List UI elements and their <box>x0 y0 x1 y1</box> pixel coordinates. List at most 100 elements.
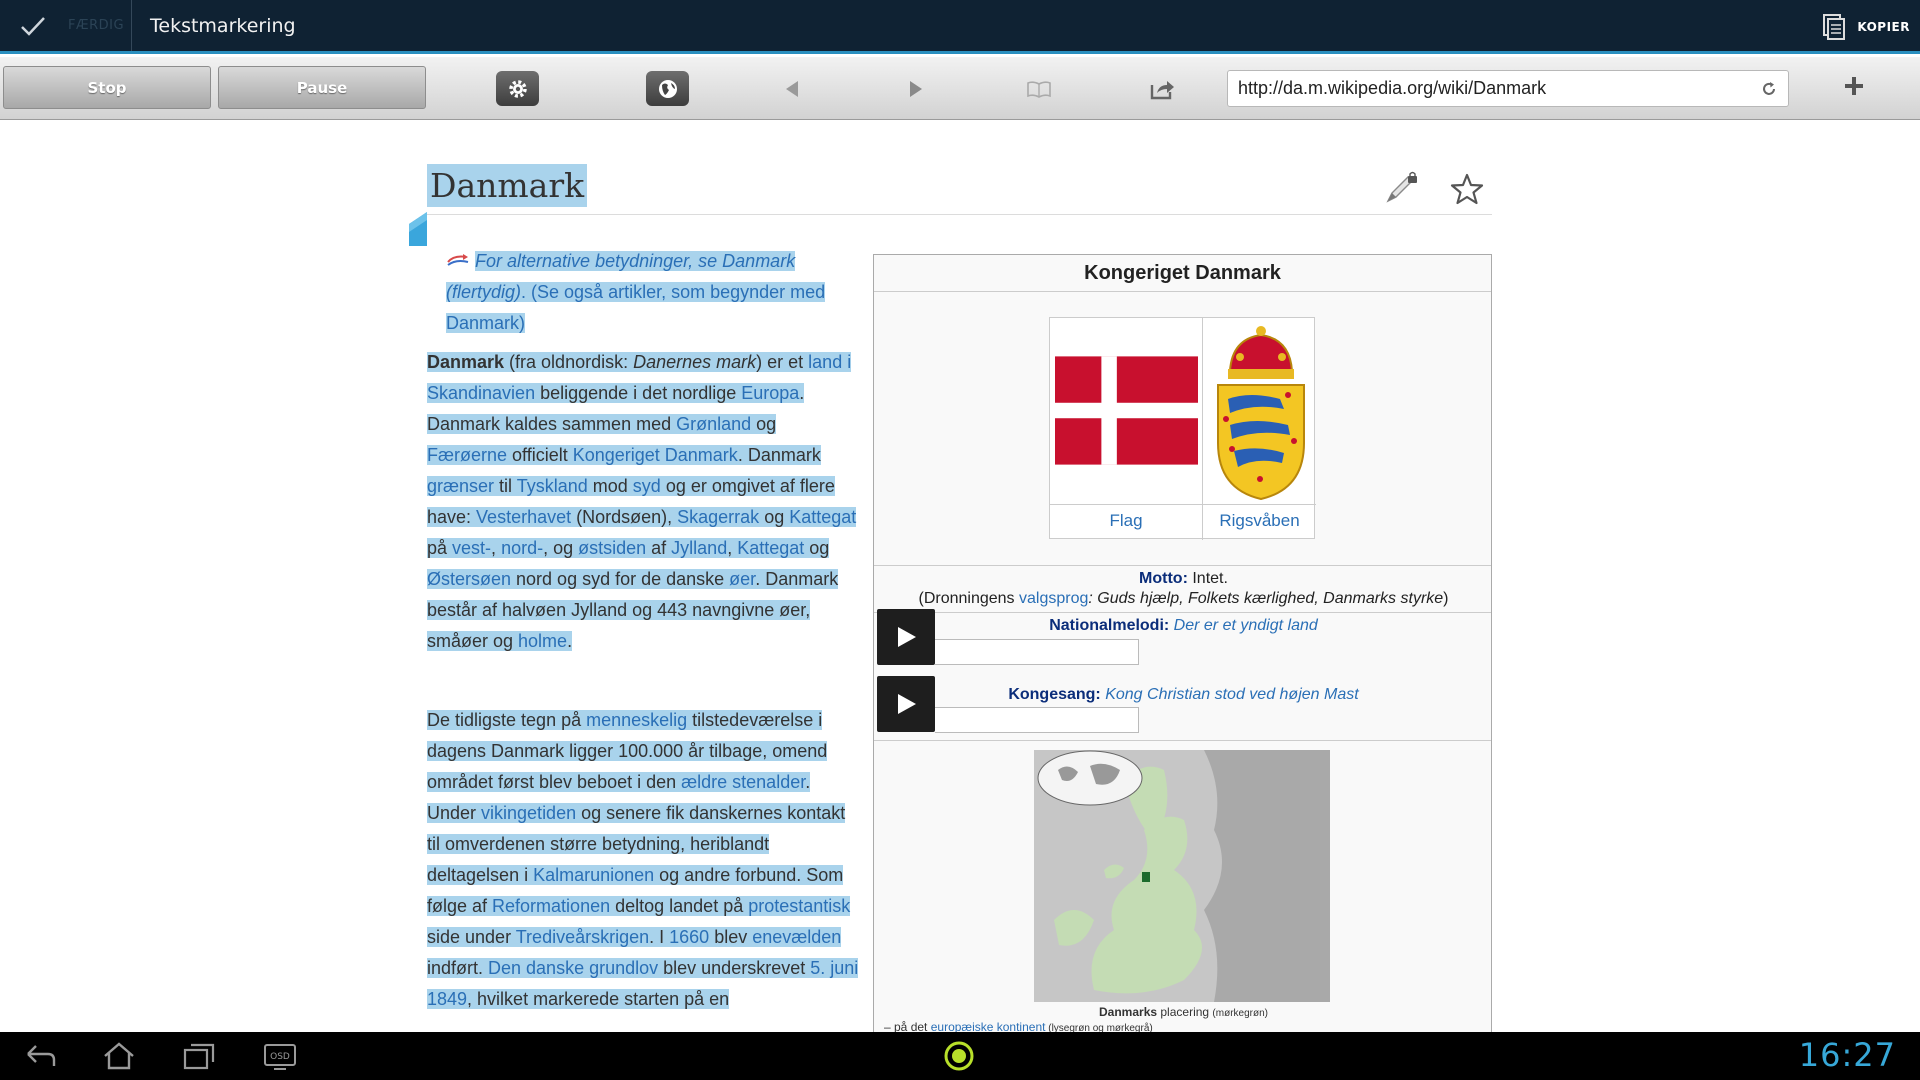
royal-anthem: Kongesang: Kong Christian stod ved højen… <box>874 686 1491 704</box>
article-text: officielt <box>507 445 573 465</box>
done-button[interactable]: FÆRDIG <box>0 0 132 51</box>
article-link[interactable]: Tyskland <box>517 476 588 496</box>
recent-apps-icon[interactable] <box>181 1040 217 1072</box>
home-icon[interactable] <box>101 1040 137 1072</box>
article-text: og <box>751 414 777 434</box>
article-link[interactable]: Reformationen <box>492 896 610 916</box>
article-link[interactable]: grænser <box>427 476 494 496</box>
article-text: beliggende i det nordlige <box>535 383 742 403</box>
globe-icon <box>658 79 677 98</box>
article-link[interactable]: Færøerne <box>427 445 507 465</box>
article-link[interactable]: Skagerrak <box>677 507 759 527</box>
article-link[interactable]: protestantisk <box>748 896 850 916</box>
article-link[interactable]: Trediveårskrigen <box>516 927 649 947</box>
flag-caption-link[interactable]: Flag <box>1050 511 1202 531</box>
anthem-play-button[interactable] <box>877 609 935 665</box>
article-link[interactable]: Vesterhavet <box>476 507 571 527</box>
article-link[interactable]: Den danske grundlov <box>488 958 658 978</box>
article-link[interactable]: Kalmarunionen <box>533 865 654 885</box>
article-link[interactable]: 1660 <box>669 927 709 947</box>
motto-line2-italic: : Guds hjælp, Folkets kærlighed, Danmark… <box>1088 590 1444 607</box>
article-link[interactable]: Skandinavien <box>427 383 535 403</box>
article-link[interactable]: Jylland <box>671 538 727 558</box>
osd-icon[interactable]: OSD <box>262 1040 298 1072</box>
article-paragraph-1: Danmark (fra oldnordisk: Danernes mark) … <box>427 347 857 657</box>
article-text: side under <box>427 927 516 947</box>
star-icon[interactable] <box>1450 172 1484 206</box>
article-text: til <box>494 476 517 496</box>
motto-line2-pre: (Dronningens <box>918 590 1019 607</box>
coat-of-arms-caption-link[interactable]: Rigsvåben <box>1203 511 1316 531</box>
europe-location-map[interactable] <box>1034 750 1330 1002</box>
article-link[interactable]: ældre stenalder <box>681 772 805 792</box>
article-link[interactable]: nord- <box>501 538 543 558</box>
globe-button[interactable] <box>646 71 689 106</box>
selection-start-handle[interactable] <box>407 210 429 248</box>
article-link[interactable]: Østersøen <box>427 569 511 589</box>
pause-button[interactable]: Pause <box>218 66 426 109</box>
article-link[interactable]: 1849 <box>427 989 467 1009</box>
article-link[interactable]: Europa <box>741 383 799 403</box>
stop-button[interactable]: Stop <box>3 66 211 109</box>
reload-icon[interactable] <box>1760 80 1778 98</box>
article-text: . I <box>649 927 670 947</box>
article-text: blev underskrevet <box>658 958 811 978</box>
national-anthem: Nationalmelodi: Der er et yndigt land <box>874 617 1491 635</box>
article-text: mod <box>587 476 633 496</box>
edit-locked-pencil-icon[interactable] <box>1384 171 1420 205</box>
article-link[interactable]: land <box>808 352 842 372</box>
share-icon[interactable] <box>1148 75 1176 103</box>
forward-arrow-icon[interactable] <box>902 75 930 103</box>
danish-flag-image[interactable] <box>1055 356 1198 465</box>
article-link[interactable]: holme <box>518 631 567 651</box>
url-text: http://da.m.wikipedia.org/wiki/Danmark <box>1238 78 1547 98</box>
article-link[interactable]: øer <box>729 569 755 589</box>
article-text: nord og syd for de danske <box>511 569 730 589</box>
article-text: og <box>804 538 830 558</box>
article-link[interactable]: Kongeriget Danmark <box>573 445 738 465</box>
royal-anthem-link[interactable]: Kong Christian stod ved højen Mast <box>1101 686 1358 703</box>
disambiguation-close: ) <box>519 313 526 333</box>
article-link[interactable]: vest- <box>452 538 491 558</box>
image-divider <box>1202 318 1203 540</box>
article-link[interactable]: enevælden <box>752 927 841 947</box>
article-text: , hvilket markerede starten på en <box>467 989 730 1009</box>
disambiguation-link-flertydig[interactable]: (flertydig) <box>446 282 521 302</box>
royal-anthem-audio-track[interactable] <box>935 707 1139 733</box>
anthem-audio-track[interactable] <box>935 639 1139 665</box>
infobox-divider <box>874 740 1491 741</box>
url-field[interactable]: http://da.m.wikipedia.org/wiki/Danmark <box>1227 70 1789 107</box>
settings-button[interactable] <box>496 71 539 106</box>
back-icon[interactable] <box>22 1040 58 1072</box>
article-link[interactable]: menneskelig <box>586 710 687 730</box>
article-link[interactable]: Kattegat <box>789 507 856 527</box>
article-link[interactable]: 5. juni <box>810 958 858 978</box>
map-caption-rest: placering <box>1157 1005 1213 1019</box>
article-link[interactable]: østsiden <box>578 538 646 558</box>
new-tab-plus-icon[interactable] <box>1842 74 1866 98</box>
reader-book-icon[interactable] <box>1025 75 1053 103</box>
valgsprog-link[interactable]: valgsprog <box>1019 590 1088 607</box>
coat-of-arms-image[interactable] <box>1210 321 1312 501</box>
article-link[interactable]: syd <box>633 476 661 496</box>
article-link[interactable]: Grønland <box>676 414 751 434</box>
gear-icon <box>508 79 527 98</box>
article-link[interactable]: vikingetiden <box>481 803 576 823</box>
copy-button[interactable]: KOPIER <box>1821 0 1910 54</box>
infobox-divider <box>874 565 1491 566</box>
motto-value: Intet. <box>1187 570 1228 587</box>
disambiguation-link-danmark[interactable]: Danmark <box>722 251 795 271</box>
disambiguation-arrows-icon <box>447 254 469 266</box>
article-text: . Danmark <box>737 445 821 465</box>
done-label: FÆRDIG <box>68 18 125 33</box>
article-link[interactable]: Kattegat <box>737 538 804 558</box>
anthem-link[interactable]: Der er et yndigt land <box>1169 617 1318 634</box>
royal-anthem-play-button[interactable] <box>877 676 935 732</box>
back-arrow-icon[interactable] <box>778 75 806 103</box>
map-caption: Danmarks placering (mørkegrøn) <box>874 1005 1491 1019</box>
article-link[interactable]: i <box>847 352 851 372</box>
article-text: . <box>567 631 573 651</box>
disambiguation-link-danmark-2[interactable]: Danmark <box>446 313 519 333</box>
checkmark-icon <box>21 16 45 36</box>
notification-indicator-icon[interactable] <box>942 1039 976 1073</box>
